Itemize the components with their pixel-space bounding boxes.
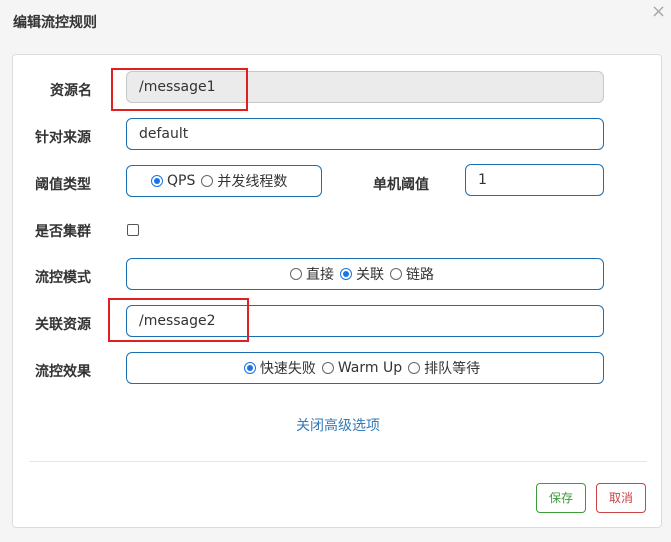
threshold-type-group: QPS 并发线程数 [126,165,322,197]
threshold-type-label: 阈值类型 [35,177,91,193]
radio-selected-icon[interactable] [151,175,163,187]
threshold-type-qps-label: QPS [167,173,196,189]
resource-name-label: 资源名 [50,83,92,99]
behavior-queue-label: 排队等待 [424,361,481,377]
radio-selected-icon[interactable] [243,362,256,374]
close-icon[interactable]: × [651,2,666,22]
cluster-label: 是否集群 [35,224,91,240]
ref-resource-label: 关联资源 [35,317,91,333]
radio-selected-icon[interactable] [340,268,352,280]
dialog-title: 编辑流控规则 [13,15,97,31]
strategy-direct-label: 直接 [306,267,334,283]
control-behavior-group: 快速失败 Warm Up 排队等待 [126,352,604,384]
control-behavior-label: 流控效果 [35,364,91,380]
behavior-warm-up[interactable]: Warm Up [321,360,403,376]
radio-unselected-icon[interactable] [290,268,302,280]
limit-app-label: 针对来源 [35,130,91,146]
limit-app-input[interactable]: default [126,118,604,150]
behavior-fast-fail-label: 快速失败 [259,361,316,377]
strategy-chain[interactable]: 链路 [390,264,434,284]
radio-unselected-icon[interactable] [408,362,421,374]
advanced-options-toggle[interactable]: 关闭高级选项 [13,415,663,435]
radio-unselected-icon[interactable] [390,268,402,280]
threshold-type-qps[interactable]: QPS [151,173,195,189]
strategy-direct[interactable]: 直接 [290,264,334,284]
threshold-type-thread-label: 并发线程数 [217,174,288,190]
behavior-queue[interactable]: 排队等待 [408,358,480,378]
strategy-chain-label: 链路 [406,267,434,283]
ref-resource-input[interactable]: /message2 [126,305,604,337]
save-button[interactable]: 保存 [536,483,586,513]
behavior-fast-fail[interactable]: 快速失败 [243,358,316,378]
strategy-group: 直接 关联 链路 [126,258,604,290]
radio-unselected-icon[interactable] [321,362,334,374]
radio-unselected-icon[interactable] [201,175,214,187]
resource-name-input[interactable]: /message1 [126,71,604,103]
form-panel: 资源名 /message1 针对来源 default 阈值类型 QPS 并发线程… [12,54,662,528]
behavior-warm-up-label: Warm Up [337,360,403,376]
cluster-checkbox[interactable] [127,224,139,236]
single-threshold-label: 单机阈值 [373,177,429,193]
strategy-label: 流控模式 [35,270,91,286]
single-threshold-input[interactable]: 1 [465,164,604,196]
threshold-type-thread[interactable]: 并发线程数 [201,171,287,191]
strategy-relate-label: 关联 [356,267,384,283]
cancel-button[interactable]: 取消 [596,483,646,513]
footer-divider [29,461,647,462]
strategy-relate[interactable]: 关联 [340,264,384,284]
